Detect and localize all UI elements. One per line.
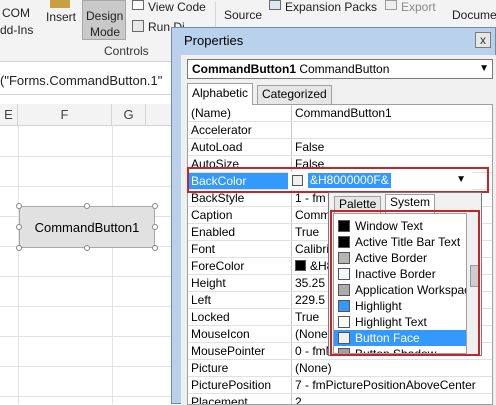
close-button[interactable]: x [475,32,491,48]
resize-handle[interactable] [16,224,22,230]
property-value[interactable]: 1 - fm [295,191,326,205]
design-mode-label-2: Mode [90,25,121,39]
property-name: Picture [191,361,229,375]
grid-line [0,396,180,397]
property-value[interactable]: CommandButton1 [295,106,392,120]
grid-line [0,156,180,157]
property-name: MouseIcon [191,327,250,341]
tab-alphabetic[interactable]: Alphabetic [187,83,254,105]
design-mode-label: Design [86,9,124,23]
grid-line [0,276,180,277]
property-value[interactable]: 7 - fmPicturePositionAboveCenter [295,378,476,392]
property-name: Caption [191,208,233,222]
export-button[interactable]: Export [401,0,436,14]
object-type: CommandButton [299,62,390,76]
property-name: PicturePosition [191,378,272,392]
property-value[interactable]: False [295,140,324,154]
property-value[interactable]: 229.5 [295,293,325,307]
property-name: AutoLoad [191,140,243,154]
com-addins-label-2[interactable]: dd-Ins [0,23,33,37]
resize-handle[interactable] [152,245,158,251]
expansion-packs-button[interactable]: Expansion Packs [285,0,377,14]
property-name: Height [191,276,226,290]
close-icon: x [480,33,486,47]
view-code-icon [132,0,144,10]
object-selector[interactable]: CommandButton1 CommandButton ▼ [187,59,493,79]
property-row[interactable]: PicturePosition 7 - fmPicturePositionAbo… [188,377,492,394]
property-name: Left [191,293,212,307]
property-name: Font [191,242,216,256]
resize-handle[interactable] [84,203,90,209]
column-header-g[interactable]: G [112,104,146,126]
object-name: CommandButton1 [192,62,296,76]
formula-text[interactable]: ("Forms.CommandButton.1" [0,73,162,88]
export-icon [385,0,397,10]
property-row[interactable]: Accelerator [188,122,492,139]
property-row[interactable]: Picture (None) [188,360,492,377]
property-name: BackStyle [191,191,245,205]
grid-line [112,126,113,404]
grid-line [0,306,180,307]
grid-line [18,126,19,404]
highlight-annotation [187,167,489,193]
controls-group-label: Controls [104,44,149,58]
grid-line [0,336,180,337]
source-button[interactable]: Source [224,8,262,22]
column-header-f[interactable]: F [18,104,112,126]
resize-handle[interactable] [152,224,158,230]
tab-categorized[interactable]: Categorized [257,85,332,104]
property-value[interactable]: Calibri [295,242,329,256]
resize-handle[interactable] [84,245,90,251]
color-swatch [295,260,306,271]
properties-title: Properties [184,33,244,48]
property-value[interactable]: (None) [295,327,332,341]
grid-line [0,366,180,367]
expansion-packs-icon [269,0,281,10]
chevron-down-icon: ▼ [479,63,489,74]
property-row[interactable]: (Name) CommandButton1 [188,105,492,122]
grid-line [0,186,180,187]
property-value[interactable]: True [295,310,319,324]
property-name: (Name) [191,106,232,120]
resize-handle[interactable] [152,203,158,209]
insert-icon[interactable] [50,0,70,8]
view-code-button[interactable]: View Code [148,0,206,14]
property-value[interactable]: (None) [295,361,332,375]
resize-handle[interactable] [16,203,22,209]
document-panel-button[interactable]: Docume [452,8,496,22]
property-value[interactable]: 35.25 [295,276,325,290]
property-row[interactable]: Placement 2 [188,394,492,404]
resize-handle[interactable] [16,245,22,251]
com-addins-label[interactable]: COM [2,6,30,20]
property-row[interactable]: AutoLoad False [188,139,492,156]
column-header-e[interactable]: E [0,104,18,126]
property-name: Enabled [191,225,236,239]
property-name: Accelerator [191,123,252,137]
insert-button[interactable]: Insert [46,10,76,24]
design-mode-button[interactable]: Design Mode [82,0,126,40]
highlight-annotation [330,210,480,356]
property-value[interactable]: True [295,225,319,239]
run-dialog-icon [132,20,144,32]
property-name: MousePointer [191,344,266,358]
property-name: Locked [191,310,230,324]
property-name: ForeColor [191,259,245,273]
command-button[interactable]: CommandButton1 [19,206,155,248]
